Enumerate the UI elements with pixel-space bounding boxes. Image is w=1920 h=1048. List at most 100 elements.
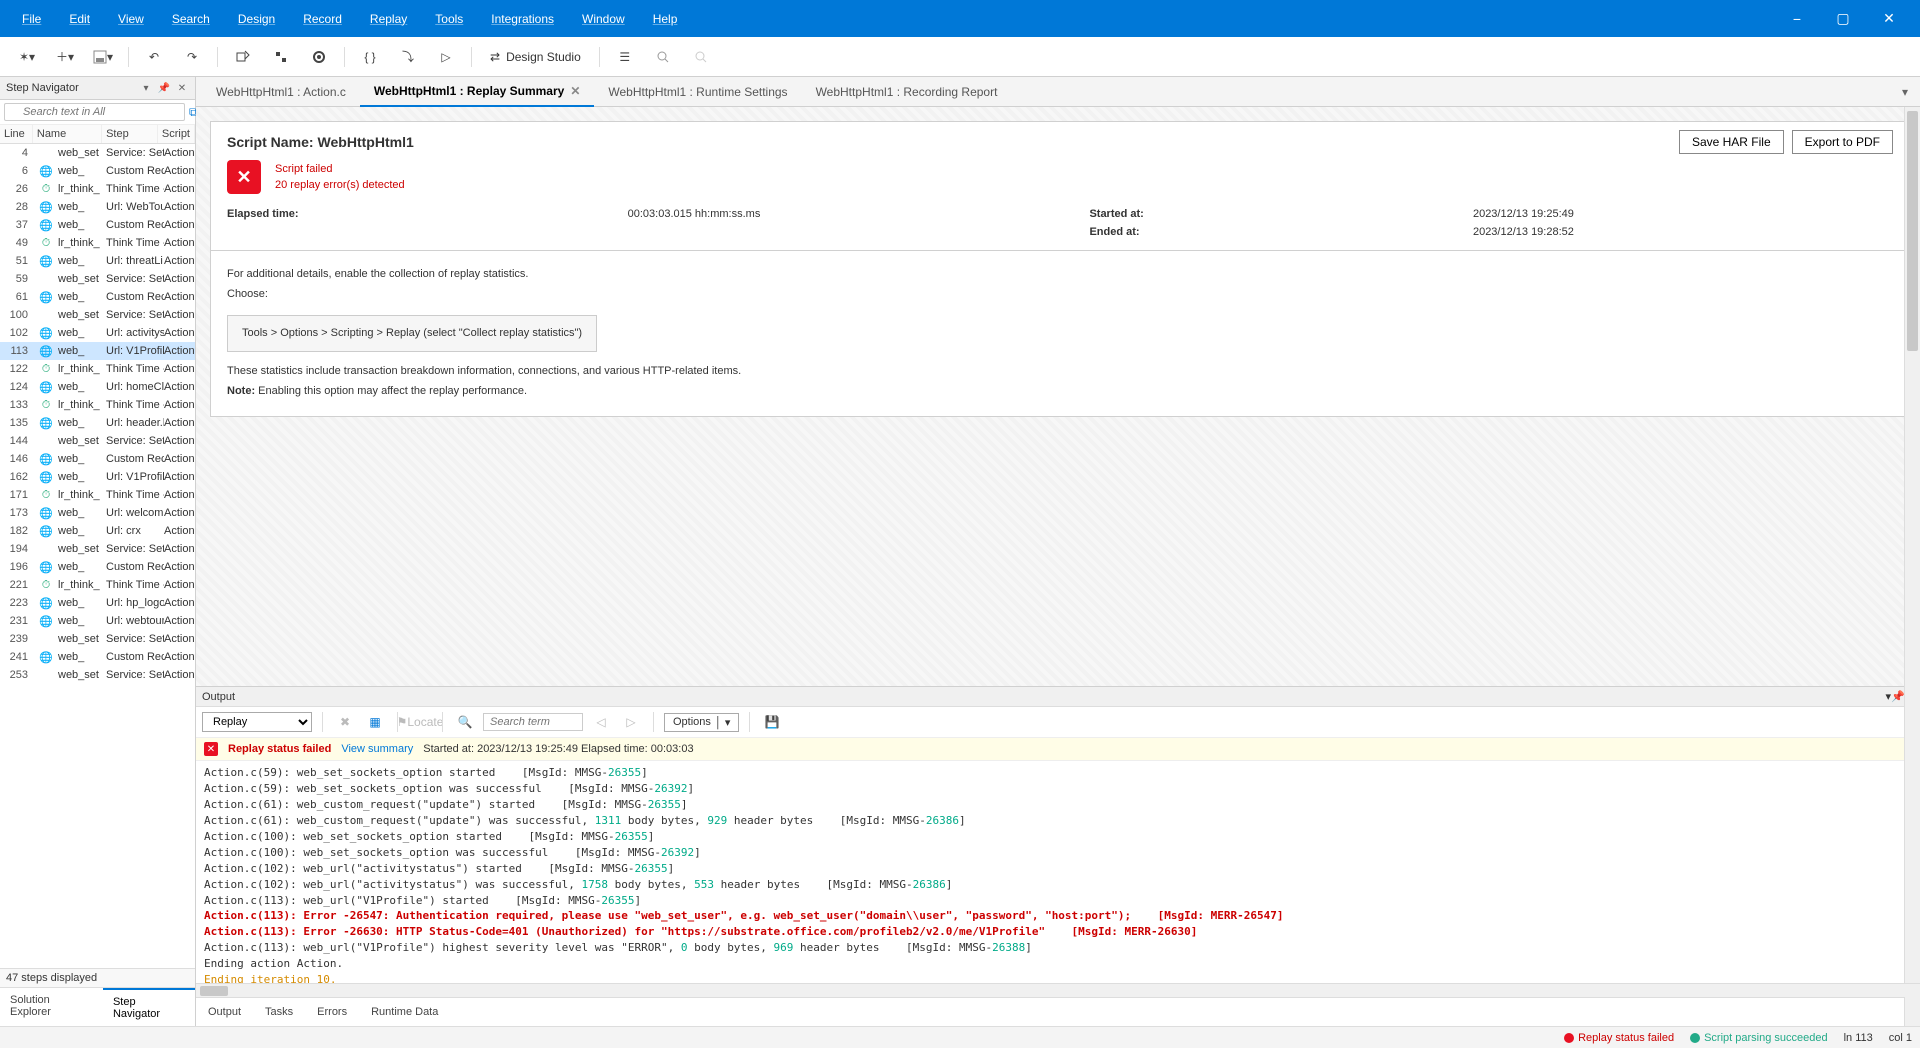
output-source-select[interactable]: Replay <box>202 712 312 732</box>
step-row[interactable]: 59web_setService: SetAction <box>0 270 195 288</box>
doc-tab[interactable]: WebHttpHtml1 : Action.c <box>202 77 360 107</box>
step-row[interactable]: 100web_setService: SetAction <box>0 306 195 324</box>
step-button[interactable]: ⤵ <box>391 43 425 71</box>
save-har-button[interactable]: Save HAR File <box>1679 130 1784 154</box>
step-row[interactable]: 171⏱lr_think_Think Time -Action <box>0 486 195 504</box>
replay-summary-view[interactable]: Save HAR File Export to PDF Script Name:… <box>196 107 1920 686</box>
out-tab-output[interactable]: Output <box>196 1002 253 1022</box>
menu-help[interactable]: Help <box>639 0 692 37</box>
list-button[interactable]: ☰ <box>608 43 642 71</box>
toolbar: ✶▾ ＋▾ ▾ ↶ ↷ { } ⤵ ▷ ⇄ Design Studio ☰ <box>0 37 1920 77</box>
step-row[interactable]: 231🌐web_Url: webtourAction <box>0 612 195 630</box>
step-row[interactable]: 162🌐web_Url: V1ProfilAction <box>0 468 195 486</box>
col-name[interactable]: Name <box>33 125 102 143</box>
step-row[interactable]: 241🌐web_Custom RecAction <box>0 648 195 666</box>
clear-output-button[interactable]: ✖ <box>333 711 357 733</box>
step-row[interactable]: 239web_setService: SetAction <box>0 630 195 648</box>
pane-close-icon[interactable]: ✕ <box>175 81 189 95</box>
output-log[interactable]: Action.c(59): web_set_sockets_option sta… <box>196 761 1920 983</box>
menu-integrations[interactable]: Integrations <box>477 0 568 37</box>
step-row[interactable]: 135🌐web_Url: header.lAction <box>0 414 195 432</box>
zoom-tool-button[interactable] <box>684 43 718 71</box>
pane-dropdown-icon[interactable]: ▾ <box>139 81 153 95</box>
new-dropdown[interactable]: ✶▾ <box>10 43 44 71</box>
step-row[interactable]: 49⏱lr_think_Think Time -Action <box>0 234 195 252</box>
add-dropdown[interactable]: ＋▾ <box>48 43 82 71</box>
window-maximize[interactable]: ▢ <box>1820 0 1866 37</box>
view-summary-link[interactable]: View summary <box>341 743 413 755</box>
search-prev-button[interactable]: ◁ <box>589 711 613 733</box>
step-row[interactable]: 51🌐web_Url: threatLiAction <box>0 252 195 270</box>
step-row[interactable]: 26⏱lr_think_Think Time -Action <box>0 180 195 198</box>
step-row[interactable]: 6🌐web_Custom RecAction <box>0 162 195 180</box>
redo-button[interactable]: ↷ <box>175 43 209 71</box>
col-step[interactable]: Step <box>102 125 158 143</box>
tab-solution-explorer[interactable]: Solution Explorer <box>0 988 103 1026</box>
save-output-button[interactable]: 💾 <box>760 711 784 733</box>
window-close[interactable]: ✕ <box>1866 0 1912 37</box>
doc-tab[interactable]: WebHttpHtml1 : Replay Summary✕ <box>360 77 595 107</box>
step-row[interactable]: 61🌐web_Custom RecAction <box>0 288 195 306</box>
close-icon[interactable]: ✕ <box>570 84 580 98</box>
undo-button[interactable]: ↶ <box>137 43 171 71</box>
design-studio-button[interactable]: ⇄ Design Studio <box>480 50 591 64</box>
export-pdf-button[interactable]: Export to PDF <box>1792 130 1893 154</box>
window-minimize[interactable]: − <box>1774 0 1820 37</box>
doc-tab[interactable]: WebHttpHtml1 : Runtime Settings <box>594 77 801 107</box>
step-nav-body[interactable]: 4web_setService: SetAction6🌐web_Custom R… <box>0 144 195 968</box>
step-row[interactable]: 182🌐web_Url: crxAction <box>0 522 195 540</box>
step-row[interactable]: 122⏱lr_think_Think Time -Action <box>0 360 195 378</box>
step-row[interactable]: 102🌐web_Url: activitysAction <box>0 324 195 342</box>
pane-pin-icon[interactable]: 📌 <box>157 81 171 95</box>
step-row[interactable]: 194web_setService: SetAction <box>0 540 195 558</box>
step-navigator-title-bar: Step Navigator ▾ 📌 ✕ <box>0 77 195 100</box>
menu-window[interactable]: Window <box>568 0 639 37</box>
menu-search[interactable]: Search <box>158 0 224 37</box>
options-button[interactable]: Options│ ▾ <box>664 713 739 732</box>
step-row[interactable]: 223🌐web_Url: hp_logoAction <box>0 594 195 612</box>
menu-design[interactable]: Design <box>224 0 289 37</box>
tab-step-navigator[interactable]: Step Navigator <box>103 988 195 1026</box>
step-row[interactable]: 133⏱lr_think_Think Time -Action <box>0 396 195 414</box>
step-row[interactable]: 146🌐web_Custom RecAction <box>0 450 195 468</box>
braces-button[interactable]: { } <box>353 43 387 71</box>
compile-button[interactable] <box>226 43 260 71</box>
doc-tab[interactable]: WebHttpHtml1 : Recording Report <box>802 77 1012 107</box>
step-row[interactable]: 28🌐web_Url: WebTouAction <box>0 198 195 216</box>
record-button[interactable] <box>302 43 336 71</box>
search-next-button[interactable]: ▷ <box>619 711 643 733</box>
play-button[interactable]: ▷ <box>429 43 463 71</box>
step-row[interactable]: 144web_setService: SetAction <box>0 432 195 450</box>
col-script[interactable]: Script <box>158 125 195 143</box>
output-pin-icon[interactable]: 📌 <box>1891 690 1905 703</box>
step-row[interactable]: 37🌐web_Custom RecAction <box>0 216 195 234</box>
runtime-settings-button[interactable] <box>264 43 298 71</box>
step-row[interactable]: 113🌐web_Url: V1ProfilAction <box>0 342 195 360</box>
summary-scrollbar[interactable] <box>1904 107 1920 1026</box>
search-tool-button[interactable] <box>646 43 680 71</box>
locate-button[interactable]: ⚑ Locate <box>408 711 432 733</box>
menu-record[interactable]: Record <box>289 0 356 37</box>
output-search-input[interactable] <box>483 713 583 731</box>
step-row[interactable]: 124🌐web_Url: homeClAction <box>0 378 195 396</box>
output-search-icon[interactable]: 🔍 <box>453 711 477 733</box>
step-search-input[interactable] <box>4 103 185 121</box>
out-tab-runtime-data[interactable]: Runtime Data <box>359 1002 450 1022</box>
step-row[interactable]: 173🌐web_Url: welcomAction <box>0 504 195 522</box>
doc-tabs-menu[interactable]: ▾ <box>1896 85 1914 99</box>
grid-button[interactable]: ▦ <box>363 711 387 733</box>
step-row[interactable]: 253web_setService: SetAction <box>0 666 195 684</box>
col-line[interactable]: Line <box>0 125 33 143</box>
step-row[interactable]: 4web_setService: SetAction <box>0 144 195 162</box>
out-tab-errors[interactable]: Errors <box>305 1002 359 1022</box>
save-dropdown[interactable]: ▾ <box>86 43 120 71</box>
step-row[interactable]: 196🌐web_Custom RecAction <box>0 558 195 576</box>
menu-file[interactable]: File <box>8 0 55 37</box>
menu-replay[interactable]: Replay <box>356 0 421 37</box>
menu-view[interactable]: View <box>104 0 158 37</box>
menu-edit[interactable]: Edit <box>55 0 104 37</box>
menu-tools[interactable]: Tools <box>421 0 477 37</box>
output-hscrollbar[interactable] <box>196 983 1920 997</box>
out-tab-tasks[interactable]: Tasks <box>253 1002 305 1022</box>
step-row[interactable]: 221⏱lr_think_Think Time -Action <box>0 576 195 594</box>
